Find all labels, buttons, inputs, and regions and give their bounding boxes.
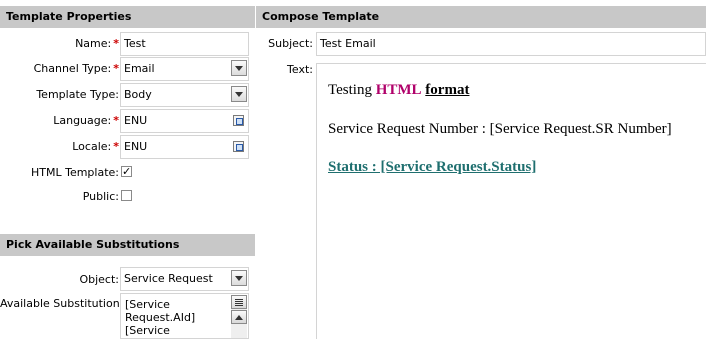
template-type-select[interactable]: Body [120, 83, 249, 107]
locale-label: Locale: * [72, 140, 119, 153]
list-item[interactable]: [Service Request.AId] [Service [125, 298, 229, 337]
chevron-down-icon[interactable] [231, 270, 247, 286]
name-field[interactable]: Test [120, 32, 249, 56]
public-checkbox[interactable] [121, 190, 132, 201]
required-marker: * [113, 37, 119, 50]
required-marker: * [113, 114, 119, 127]
list-menu-icon[interactable] [231, 295, 247, 309]
pick-list-icon[interactable] [233, 141, 244, 152]
locale-field[interactable]: ENU [120, 135, 249, 159]
template-text-editor[interactable]: Testing HTML format Service Request Numb… [316, 63, 706, 339]
html-template-label: HTML Template: [30, 166, 119, 179]
required-marker: * [113, 140, 119, 153]
name-label: Name: * [75, 37, 119, 50]
body-line-2: Service Request Number : [Service Reques… [328, 121, 672, 137]
pick-list-icon[interactable] [233, 115, 244, 126]
subject-label: Subject: [268, 37, 313, 50]
public-label: Public: [82, 190, 119, 203]
language-field[interactable]: ENU [120, 109, 249, 133]
channel-type-select[interactable]: Email [120, 57, 249, 81]
scrollbar[interactable] [231, 295, 247, 338]
html-word: HTML [375, 82, 422, 98]
substitutions-header: Pick Available Substitutions [0, 234, 255, 256]
chevron-down-icon[interactable] [231, 60, 247, 76]
object-label: Object: [79, 273, 119, 286]
language-label: Language: * [53, 114, 119, 127]
template-properties-header: Template Properties [0, 6, 255, 28]
chevron-down-icon[interactable] [231, 86, 247, 102]
available-substitutions-label: Available Substitutions: [0, 297, 130, 310]
template-type-label: Template Type: [36, 88, 119, 101]
html-template-checkbox[interactable]: ✓ [121, 166, 132, 177]
channel-type-label: Channel Type: * [33, 62, 119, 75]
compose-template-header: Compose Template [255, 6, 706, 28]
subject-field[interactable]: Test Email [316, 32, 706, 56]
status-link[interactable]: Status : [Service Request.Status] [328, 159, 536, 176]
scroll-up-icon[interactable] [231, 310, 247, 324]
text-label: Text: [287, 63, 313, 76]
body-line-1: Testing HTML format [328, 82, 470, 98]
object-select[interactable]: Service Request [120, 267, 249, 291]
available-substitutions-list[interactable]: [Service Request.AId] [Service [120, 293, 249, 339]
format-word: format [425, 82, 470, 98]
required-marker: * [113, 62, 119, 75]
